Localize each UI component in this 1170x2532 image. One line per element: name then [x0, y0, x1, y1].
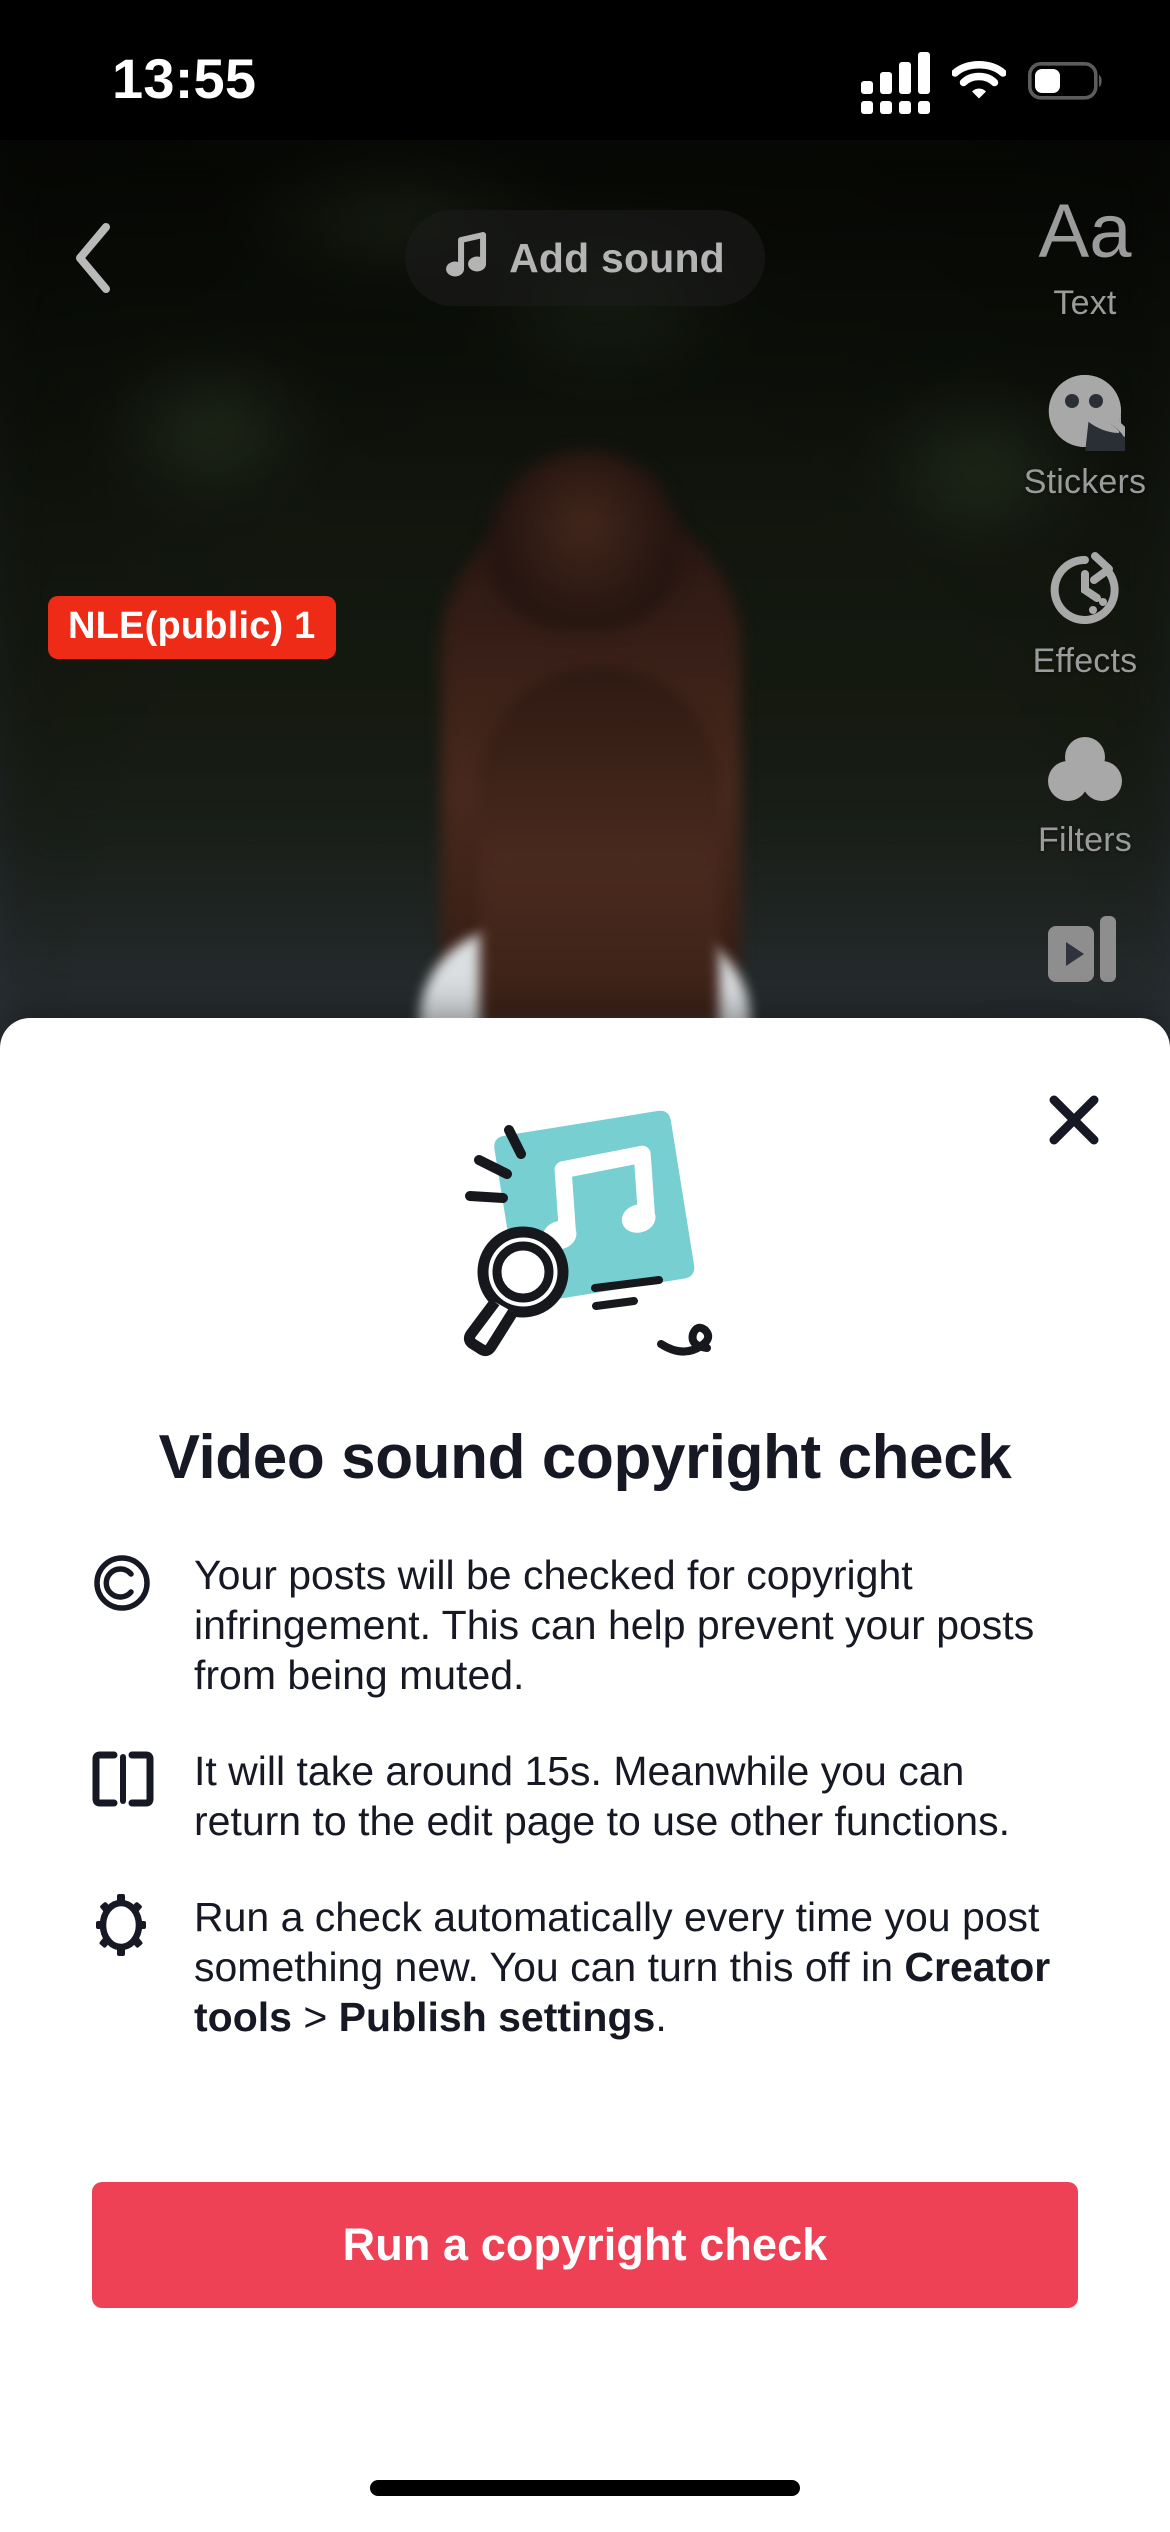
tool-adjust-clips[interactable]: [1000, 906, 1170, 990]
back-button[interactable]: [42, 210, 142, 310]
timer-brackets-icon: [92, 1746, 178, 1808]
list-item-text-tail: .: [655, 1994, 667, 2041]
status-time: 13:55: [112, 47, 257, 110]
list-item: It will take around 15s. Meanwhile you c…: [92, 1746, 1078, 1846]
copyright-check-sheet: Video sound copyright check Your posts w…: [0, 1018, 1170, 2532]
status-bar: 13:55: [0, 0, 1170, 140]
wifi-icon: [951, 60, 1007, 107]
sticker-face-icon: [1045, 369, 1125, 453]
feature-list: Your posts will be checked for copyright…: [92, 1550, 1078, 2088]
adjust-clip-icon: [1042, 906, 1128, 990]
gear-icon: [92, 1892, 178, 1957]
run-copyright-check-label: Run a copyright check: [342, 2219, 828, 2270]
run-copyright-check-button[interactable]: Run a copyright check: [92, 2182, 1078, 2308]
list-item-text: Your posts will be checked for copyright…: [194, 1552, 1035, 1699]
tool-stickers[interactable]: Stickers: [1000, 369, 1170, 502]
tool-effects[interactable]: Effects: [1000, 548, 1170, 681]
list-item-text: It will take around 15s. Meanwhile you c…: [194, 1748, 1010, 1845]
copyright-icon: [92, 1550, 178, 1612]
cellular-signal-icon: [861, 52, 930, 114]
list-item-text: Run a check automatically every time you…: [178, 1892, 1078, 2042]
list-item: Your posts will be checked for copyright…: [92, 1550, 1078, 1700]
filters-circles-icon: [1044, 727, 1126, 811]
tool-filters-label: Filters: [1038, 821, 1132, 859]
list-item: Run a check automatically every time you…: [92, 1892, 1078, 2042]
editor-tool-rail: Aa Text Stickers Effects Filters: [1000, 190, 1170, 1036]
add-sound-label: Add sound: [509, 234, 725, 281]
music-note-icon: [445, 231, 489, 286]
phone-screen: Add sound Aa Text Stickers Effects Filte…: [0, 0, 1170, 2532]
music-copyright-search-illustration: [0, 1080, 1170, 1380]
battery-icon: [1027, 61, 1104, 105]
tool-stickers-label: Stickers: [1023, 463, 1147, 501]
tool-text[interactable]: Aa Text: [1000, 190, 1170, 323]
breadcrumb-separator: >: [291, 1994, 339, 2041]
page-title: Video sound copyright check: [158, 1423, 1012, 1492]
chevron-left-icon: [70, 221, 114, 300]
add-sound-button[interactable]: Add sound: [405, 210, 765, 306]
tool-filters[interactable]: Filters: [1000, 727, 1170, 860]
status-icons: [861, 52, 1104, 114]
clip-label-badge[interactable]: NLE(public) 1: [48, 596, 336, 659]
tool-effects-label: Effects: [1032, 642, 1138, 680]
text-aa-icon: Aa: [1038, 188, 1132, 274]
tool-text-label: Text: [1053, 284, 1117, 322]
home-indicator: [370, 2480, 800, 2496]
link-publish-settings: Publish settings: [338, 1994, 656, 2041]
effects-clock-icon: [1045, 548, 1125, 632]
